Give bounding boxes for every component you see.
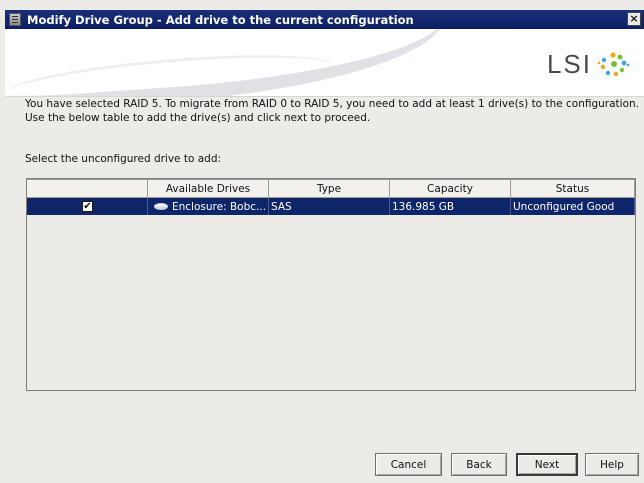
row-select-cell: ✔	[27, 198, 148, 215]
drive-icon	[154, 203, 168, 210]
column-header-select[interactable]	[27, 179, 148, 198]
title-bar: Modify Drive Group - Add drive to the cu…	[5, 10, 644, 29]
logo-text: LSI	[546, 49, 592, 79]
help-button[interactable]: Help	[585, 453, 639, 476]
logo-dots-icon	[597, 51, 630, 76]
column-header-type[interactable]: Type	[269, 179, 390, 198]
header-banner: LSI	[5, 29, 644, 97]
lsi-logo: LSI	[547, 49, 630, 80]
next-button[interactable]: Next	[516, 453, 578, 476]
available-drive-name: Enclosure: Bobc...	[172, 200, 267, 213]
modify-drive-group-dialog: Modify Drive Group - Add drive to the cu…	[0, 0, 644, 483]
table-prompt: Select the unconfigured drive to add:	[25, 153, 222, 165]
instruction-line-2: Use the below table to add the drive(s) …	[25, 112, 371, 124]
column-header-capacity[interactable]: Capacity	[390, 179, 511, 198]
instruction-line-1: You have selected RAID 5. To migrate fro…	[25, 98, 640, 110]
back-button[interactable]: Back	[451, 453, 507, 476]
column-header-status[interactable]: Status	[511, 179, 635, 198]
table-row[interactable]: ✔ Enclosure: Bobc... SAS 136.985 GB Unco…	[27, 198, 635, 215]
app-icon	[9, 13, 21, 26]
instruction-text: You have selected RAID 5. To migrate fro…	[25, 97, 640, 125]
drive-checkbox[interactable]: ✔	[82, 201, 93, 212]
status-cell: Unconfigured Good	[511, 198, 635, 215]
close-icon[interactable]: ×	[627, 12, 641, 26]
type-cell: SAS	[269, 198, 390, 215]
cancel-button[interactable]: Cancel	[375, 453, 442, 476]
capacity-cell: 136.985 GB	[390, 198, 511, 215]
table-header: Available Drives Type Capacity Status	[27, 179, 635, 198]
window-title: Modify Drive Group - Add drive to the cu…	[27, 12, 414, 27]
drives-table: Available Drives Type Capacity Status ✔ …	[26, 178, 636, 391]
column-header-available-drives[interactable]: Available Drives	[148, 179, 269, 198]
available-drive-cell: Enclosure: Bobc...	[148, 198, 269, 215]
